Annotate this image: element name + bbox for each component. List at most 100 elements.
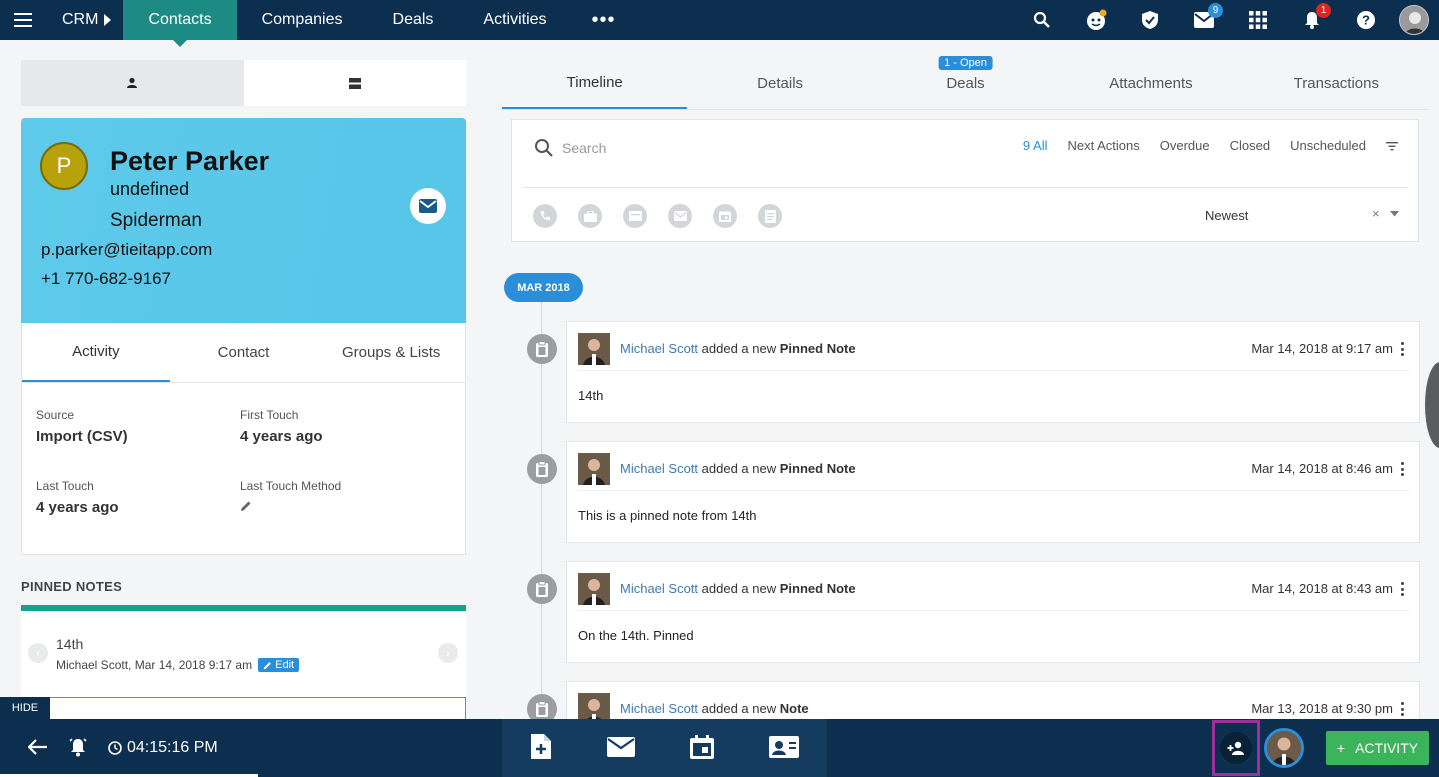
- activity-button-label: ACTIVITY: [1355, 740, 1419, 756]
- contact-email[interactable]: p.parker@tieitapp.com: [41, 240, 212, 260]
- source-label: Source: [36, 408, 75, 422]
- sort-select[interactable]: Newest: [1205, 208, 1248, 223]
- new-event-icon[interactable]: [690, 734, 715, 762]
- filter-unscheduled[interactable]: Unscheduled: [1290, 138, 1366, 153]
- menu-icon[interactable]: [0, 0, 46, 40]
- timeline-entry: Michael Scott added a new Pinned Note Ma…: [527, 441, 1420, 543]
- entry-action: added a new: [701, 461, 777, 476]
- entry-author[interactable]: Michael Scott: [620, 341, 698, 356]
- entry-action: added a new: [701, 701, 777, 716]
- timeline-search[interactable]: Search: [534, 138, 606, 158]
- compose-email-icon[interactable]: [606, 736, 635, 760]
- list-view-tab[interactable]: [243, 60, 466, 106]
- clipboard-icon: [527, 574, 557, 604]
- source-value: Import (CSV): [36, 428, 128, 445]
- notification-badge: 1: [1316, 3, 1331, 18]
- top-nav: CRM Contacts Companies Deals Activities …: [0, 0, 1439, 47]
- phone-icon[interactable]: [533, 204, 557, 228]
- filter-all[interactable]: 9 All: [1023, 138, 1048, 153]
- edit-method-icon[interactable]: [240, 499, 341, 516]
- clock-icon: [108, 741, 122, 755]
- filter-next-actions[interactable]: Next Actions: [1068, 138, 1140, 153]
- briefcase-icon[interactable]: [578, 204, 602, 228]
- note-icon[interactable]: [758, 204, 782, 228]
- entry-date: Mar 13, 2018 at 9:30 pm: [1251, 701, 1393, 716]
- entry-header: Michael Scott added a new Pinned Note: [620, 461, 856, 476]
- search-placeholder: Search: [562, 140, 607, 156]
- nav-tab-contacts[interactable]: Contacts: [123, 0, 237, 47]
- email-icon[interactable]: [668, 204, 692, 228]
- next-note-icon[interactable]: ›: [438, 643, 458, 663]
- hide-bar-button[interactable]: HIDE: [0, 697, 50, 719]
- contact-title: Spiderman: [110, 210, 202, 231]
- profile-avatar[interactable]: [1399, 5, 1429, 35]
- timeline-filter-card: Search 9 All Next Actions Overdue Closed…: [511, 119, 1419, 242]
- clear-sort-icon[interactable]: ×: [1372, 206, 1380, 221]
- timeline-entry: Michael Scott added a new Pinned Note Ma…: [527, 561, 1420, 663]
- filter-closed[interactable]: Closed: [1230, 138, 1270, 153]
- edit-note-button[interactable]: Edit: [258, 658, 300, 672]
- contact-subtitle: undefined: [110, 179, 190, 199]
- shield-icon[interactable]: [1123, 0, 1177, 40]
- entry-author[interactable]: Michael Scott: [620, 461, 698, 476]
- add-contact-button[interactable]: [1212, 720, 1260, 776]
- contact-phone[interactable]: +1 770-682-9167: [41, 269, 171, 289]
- author-avatar: [578, 333, 610, 365]
- tab-timeline[interactable]: Timeline: [502, 58, 688, 109]
- nav-tab-companies[interactable]: Companies: [237, 0, 368, 40]
- user-avatar[interactable]: [1264, 728, 1304, 768]
- more-vertical-icon[interactable]: [1395, 700, 1409, 718]
- nav-tab-deals[interactable]: Deals: [368, 0, 459, 40]
- contact-avatar: P: [40, 142, 88, 190]
- apps-grid-icon[interactable]: [1231, 0, 1285, 40]
- bell-icon[interactable]: 1: [1285, 0, 1339, 40]
- entry-kind: Pinned Note: [779, 581, 856, 596]
- more-vertical-icon[interactable]: [1395, 340, 1409, 358]
- person-view-tab[interactable]: [21, 60, 244, 106]
- search-icon: [535, 139, 553, 157]
- contact-card-icon[interactable]: [769, 735, 800, 761]
- entry-body: On the 14th. Pinned: [578, 628, 694, 643]
- back-arrow-icon[interactable]: [27, 738, 48, 758]
- month-marker: MAR 2018: [504, 273, 583, 302]
- activity-type-filters: [533, 204, 782, 228]
- timeline-entry: Michael Scott added a new Pinned Note Ma…: [527, 321, 1420, 423]
- nav-tab-activities[interactable]: Activities: [458, 0, 571, 40]
- send-email-button[interactable]: [410, 188, 446, 224]
- tab-attachments[interactable]: Attachments: [1058, 58, 1243, 109]
- reminder-bell-icon[interactable]: [68, 737, 88, 760]
- filter-overdue[interactable]: Overdue: [1160, 138, 1210, 153]
- help-icon[interactable]: ?: [1339, 0, 1393, 40]
- entry-author[interactable]: Michael Scott: [620, 701, 698, 716]
- side-panel-handle[interactable]: [1425, 362, 1439, 448]
- mail-icon: [419, 199, 437, 213]
- pinned-note-card: ‹ 14th Michael Scott, Mar 14, 2018 9:17 …: [21, 605, 466, 737]
- calendar-icon[interactable]: [713, 204, 737, 228]
- last-touch-label: Last Touch: [36, 479, 94, 493]
- subtab-activity[interactable]: Activity: [22, 323, 170, 382]
- more-menu-icon[interactable]: •••: [572, 9, 636, 32]
- subtab-contact[interactable]: Contact: [170, 323, 318, 382]
- new-document-icon[interactable]: [530, 733, 552, 763]
- view-toggle: [21, 60, 466, 106]
- add-activity-button[interactable]: + ACTIVITY: [1326, 731, 1429, 765]
- tab-details[interactable]: Details: [687, 58, 872, 109]
- prev-note-icon[interactable]: ‹: [28, 643, 48, 663]
- assistant-icon[interactable]: [1069, 0, 1123, 40]
- last-touch-method-label: Last Touch Method: [240, 479, 342, 493]
- entry-author[interactable]: Michael Scott: [620, 581, 698, 596]
- clipboard-icon: [527, 454, 557, 484]
- subtab-groups-lists[interactable]: Groups & Lists: [317, 323, 465, 382]
- author-avatar: [578, 453, 610, 485]
- more-vertical-icon[interactable]: [1395, 580, 1409, 598]
- tab-deals[interactable]: 1 - Open Deals: [873, 56, 1058, 109]
- message-icon[interactable]: [623, 204, 647, 228]
- person-icon: [127, 77, 138, 88]
- mail-icon[interactable]: 9: [1177, 0, 1231, 40]
- caret-right-icon: [104, 14, 112, 26]
- tab-transactions[interactable]: Transactions: [1244, 58, 1429, 109]
- more-vertical-icon[interactable]: [1395, 460, 1409, 478]
- search-icon[interactable]: [1015, 0, 1069, 40]
- crm-menu[interactable]: CRM: [46, 0, 123, 40]
- entry-kind: Pinned Note: [779, 461, 856, 476]
